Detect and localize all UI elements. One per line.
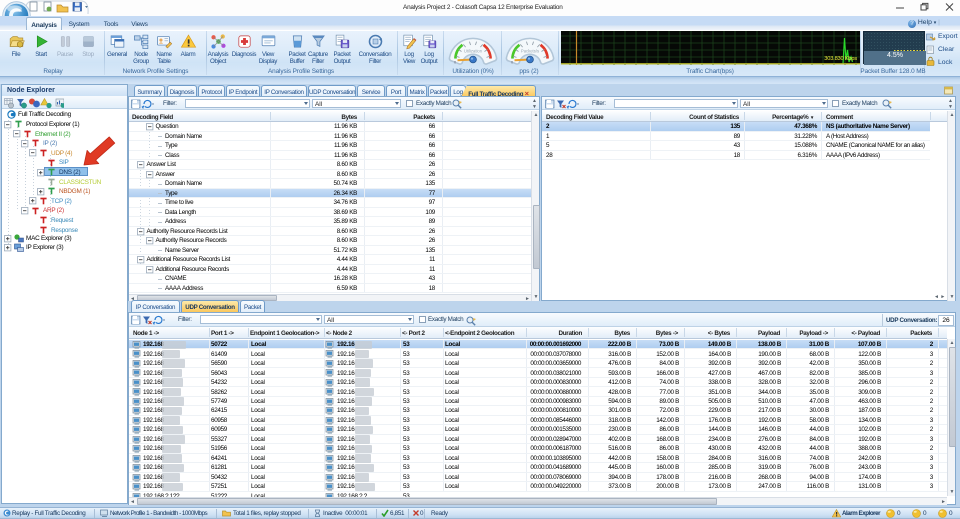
svg-text:0: 0 <box>454 61 456 65</box>
svg-text:303.830 Kbps: 303.830 Kbps <box>824 56 857 62</box>
svg-text:0: 0 <box>511 61 513 65</box>
svg-text:Packets/s: Packets/s <box>521 49 539 54</box>
svg-text:Utilization: Utilization <box>464 49 483 54</box>
